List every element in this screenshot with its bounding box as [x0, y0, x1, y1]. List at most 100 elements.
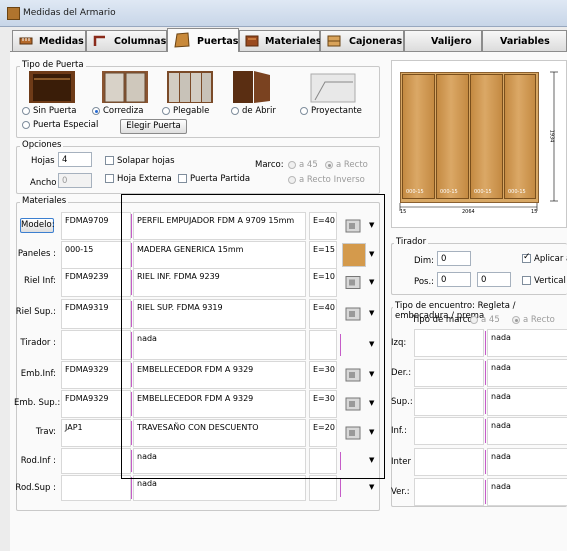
- pos-input-2[interactable]: 0: [477, 272, 511, 287]
- encuentro-code-cell[interactable]: [414, 417, 484, 445]
- material-desc-cell[interactable]: RIEL SUP. FDMA 9319: [133, 299, 306, 329]
- tirador-title: Tirador: [394, 237, 429, 247]
- marco-a-recto-radio[interactable]: [325, 161, 333, 169]
- plegable-label: Plegable: [173, 106, 210, 116]
- left-dimension: 15: [400, 209, 407, 215]
- encuentro-value-cell[interactable]: nada: [487, 388, 567, 416]
- materials-icon: [245, 35, 259, 47]
- material-desc-cell[interactable]: TRAVESAÑO CON DESCUENTO: [133, 419, 306, 447]
- tab-valijero[interactable]: Valijero: [404, 30, 482, 51]
- material-e-cell: [309, 475, 337, 501]
- hojas-label: Hojas :: [31, 156, 61, 166]
- material-desc-cell[interactable]: RIEL INF. FDMA 9239: [133, 268, 306, 297]
- cell-divider: [131, 363, 132, 387]
- corrediza-radio[interactable]: [92, 107, 100, 115]
- elegir-puerta-button[interactable]: Elegir Puerta: [120, 119, 187, 134]
- puerta-especial-radio[interactable]: [22, 121, 30, 129]
- tab-puertas[interactable]: Puertas: [167, 28, 239, 52]
- proyectante-image: [310, 73, 356, 103]
- tab-columnas[interactable]: Columnas: [86, 30, 167, 51]
- tab-label: Cajoneras: [349, 36, 403, 47]
- modelo-button[interactable]: Modelo:: [20, 218, 55, 233]
- dropdown-arrow-icon[interactable]: ▼: [369, 456, 374, 464]
- dim-input[interactable]: 0: [437, 251, 471, 266]
- cell-divider: [131, 214, 132, 238]
- solapar-hojas-checkbox[interactable]: [105, 156, 114, 165]
- material-row-label: Riel Sup.:: [15, 307, 56, 317]
- material-desc-cell[interactable]: nada: [133, 330, 306, 360]
- material-desc-cell[interactable]: nada: [133, 448, 306, 474]
- material-desc-cell[interactable]: MADERA GENERICA 15mm: [133, 241, 306, 269]
- encuentro-value-cell[interactable]: nada: [487, 359, 567, 387]
- tab-cajoneras[interactable]: Cajoneras: [320, 30, 404, 51]
- tab-label: Materiales: [265, 36, 322, 47]
- encuentro-code-cell[interactable]: [414, 478, 484, 506]
- cell-divider: [131, 270, 132, 295]
- pos-input-1[interactable]: 0: [437, 272, 471, 287]
- dropdown-arrow-icon[interactable]: ▼: [369, 428, 374, 436]
- material-desc-cell[interactable]: PERFIL EMPUJADOR FDM A 9709 15mm: [133, 212, 306, 240]
- proyectante-radio[interactable]: [300, 107, 308, 115]
- encuentro-value-cell[interactable]: nada: [487, 417, 567, 445]
- material-code-cell[interactable]: [61, 475, 131, 501]
- material-desc-cell[interactable]: EMBELLECEDOR FDM A 9329: [133, 390, 306, 418]
- material-code-cell[interactable]: FDMA9329: [61, 361, 131, 389]
- material-code-cell[interactable]: 000-15: [61, 241, 131, 269]
- vertical-checkbox[interactable]: [522, 276, 531, 285]
- material-desc-cell[interactable]: EMBELLECEDOR FDM A 9329: [133, 361, 306, 389]
- dropdown-arrow-icon[interactable]: ▼: [369, 250, 374, 258]
- ancho-input[interactable]: 0: [58, 173, 92, 188]
- tab-medidas[interactable]: Medidas: [12, 30, 86, 51]
- encuentro-value-cell[interactable]: nada: [487, 329, 567, 357]
- dropdown-arrow-icon[interactable]: ▼: [369, 483, 374, 491]
- width-dimension: 2064: [462, 209, 475, 215]
- marco-a-recto-label: a Recto: [336, 160, 368, 170]
- hoja-externa-checkbox[interactable]: [105, 174, 114, 183]
- encuentro-a-recto-radio[interactable]: [512, 316, 520, 324]
- encuentro-value-cell[interactable]: nada: [487, 448, 567, 476]
- marco-a45-radio[interactable]: [288, 161, 296, 169]
- material-code-cell[interactable]: FDMA9239: [61, 268, 131, 297]
- plegable-radio[interactable]: [162, 107, 170, 115]
- tab-label: Puertas: [197, 36, 239, 47]
- door-icon: [174, 32, 190, 48]
- cell-divider: [131, 301, 132, 327]
- sin-puerta-radio[interactable]: [22, 107, 30, 115]
- aplicar-checkbox[interactable]: [522, 252, 531, 263]
- marco-recto-inverso-radio[interactable]: [288, 176, 296, 184]
- material-code-cell[interactable]: [61, 330, 131, 360]
- dropdown-arrow-icon[interactable]: ▼: [369, 370, 374, 378]
- height-dimension: 1934: [548, 129, 555, 143]
- material-desc-cell[interactable]: nada: [133, 475, 306, 501]
- cell-divider: [131, 243, 132, 267]
- material-code-cell[interactable]: FDMA9319: [61, 299, 131, 329]
- dropdown-arrow-icon[interactable]: ▼: [369, 278, 374, 286]
- vertical-label: Vertical: [534, 276, 566, 286]
- dropdown-arrow-icon[interactable]: ▼: [369, 340, 374, 348]
- encuentro-code-cell[interactable]: [414, 359, 484, 387]
- encuentro-a45-radio[interactable]: [470, 316, 478, 324]
- dropdown-arrow-icon[interactable]: ▼: [369, 399, 374, 407]
- dropdown-arrow-icon[interactable]: ▼: [369, 221, 374, 229]
- tirador-group: [391, 243, 567, 295]
- encuentro-code-cell[interactable]: [414, 329, 484, 357]
- material-row-label: Emb. Sup.:: [14, 398, 61, 408]
- tab-variables[interactable]: Variables: [482, 30, 567, 51]
- cell-divider: [485, 331, 486, 355]
- material-code-cell[interactable]: FDMA9329: [61, 390, 131, 418]
- dropdown-arrow-icon[interactable]: ▼: [369, 309, 374, 317]
- material-code-cell[interactable]: FDMA9709: [61, 212, 131, 240]
- drawer-icon: [327, 35, 341, 47]
- de-abrir-radio[interactable]: [231, 107, 239, 115]
- tab-materiales[interactable]: Materiales: [239, 30, 322, 51]
- hojas-input[interactable]: 4: [58, 152, 92, 167]
- puerta-partida-checkbox[interactable]: [178, 174, 187, 183]
- material-row-label: Tirador :: [20, 338, 56, 348]
- ruler-icon: [19, 37, 33, 45]
- pos-label: Pos.:: [414, 277, 435, 287]
- material-code-cell[interactable]: JAP1: [61, 419, 131, 447]
- material-code-cell[interactable]: [61, 448, 131, 474]
- encuentro-code-cell[interactable]: [414, 448, 484, 476]
- encuentro-code-cell[interactable]: [414, 388, 484, 416]
- encuentro-value-cell[interactable]: nada: [487, 478, 567, 506]
